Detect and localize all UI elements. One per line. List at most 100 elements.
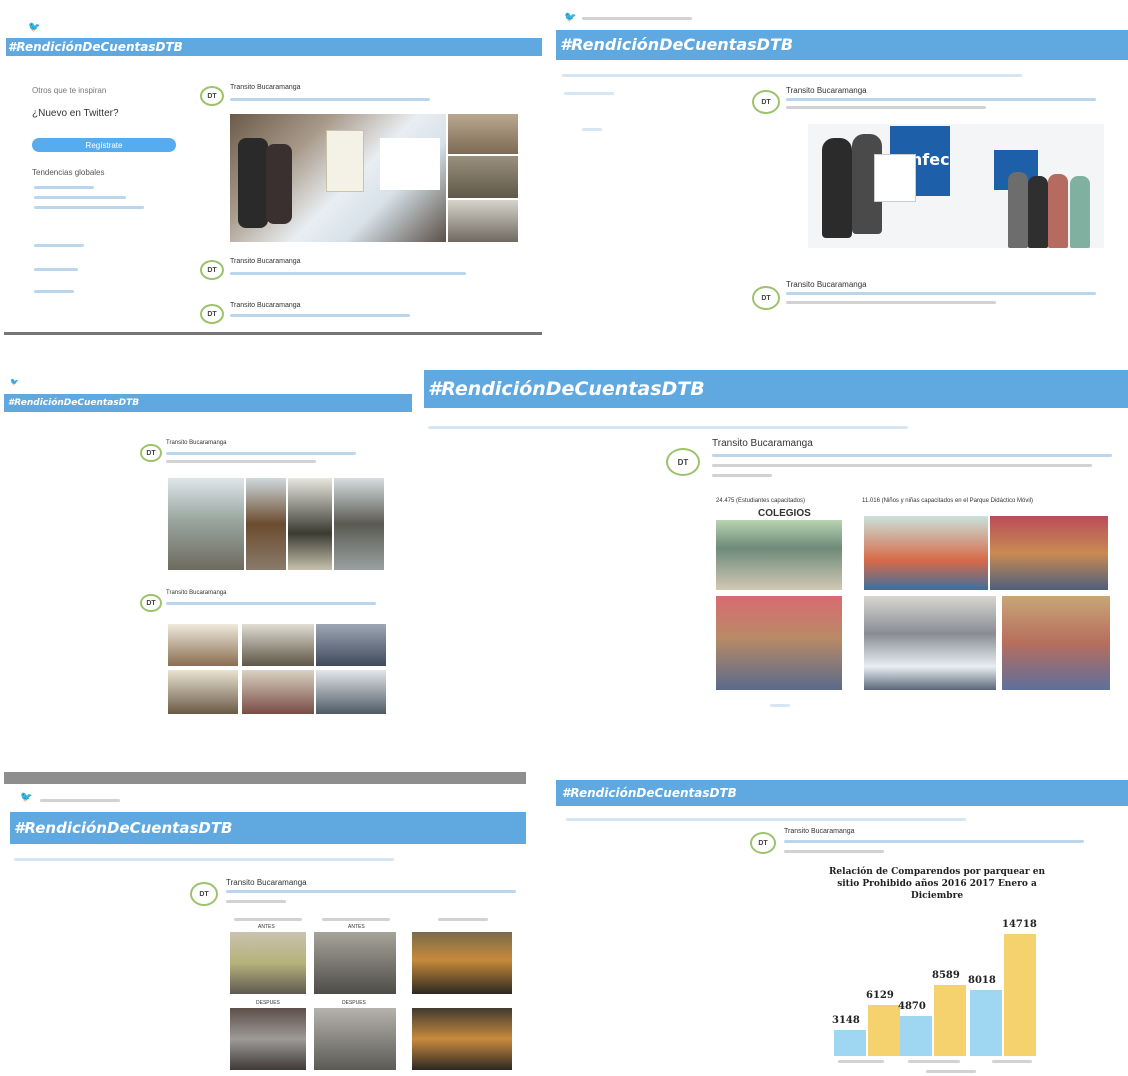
before-photo[interactable] [230, 932, 306, 994]
hashtag-banner: #RendiciónDeCuentasDTB [556, 30, 1128, 60]
author-avatar[interactable]: DT [140, 594, 162, 612]
author-avatar[interactable]: DT [666, 448, 700, 476]
tweet-author[interactable]: Transito Bucaramanga [166, 440, 226, 446]
trend-link[interactable] [34, 206, 144, 209]
tweet-author[interactable]: Transito Bucaramanga [230, 84, 301, 91]
tweet-photo[interactable] [242, 624, 314, 666]
tweet-author[interactable]: Transito Bucaramanga [230, 302, 301, 309]
tweet-author[interactable]: Transito Bucaramanga [786, 86, 867, 95]
trend-link[interactable] [34, 290, 74, 293]
tweet-photo[interactable] [1002, 596, 1110, 690]
photo-night[interactable] [412, 1008, 512, 1070]
trend-link[interactable] [34, 244, 84, 247]
divider [4, 772, 526, 784]
author-avatar[interactable]: DT [200, 86, 224, 106]
after-photo[interactable] [314, 1008, 396, 1070]
screenshot-panel-2: 🐦 #RendiciónDeCuentasDTB DT Transito Buc… [552, 4, 1128, 326]
nav-tabs[interactable] [14, 858, 394, 861]
tweet-text [712, 474, 772, 477]
screenshot-panel-5: 🐦 #RendiciónDeCuentasDTB DT Transito Buc… [4, 772, 526, 1076]
author-avatar[interactable]: DT [752, 286, 780, 310]
after-photo[interactable] [230, 1008, 306, 1070]
author-avatar[interactable]: DT [200, 260, 224, 280]
chart-legend [926, 1070, 976, 1073]
tweet-text [166, 460, 316, 463]
author-avatar[interactable]: DT [750, 832, 776, 854]
tweet-photo-thumb[interactable] [448, 114, 518, 154]
tweet-author[interactable]: Transito Bucaramanga [712, 438, 813, 449]
x-tick-label [838, 1060, 884, 1063]
chart-bar [1004, 934, 1036, 1056]
tweet-photo-confecamaras[interactable]: confec [808, 124, 1104, 248]
tweet-photo[interactable] [864, 596, 996, 690]
colegios-title: COLEGIOS [758, 508, 811, 519]
sidebar-trends: Tendencias globales [32, 168, 105, 177]
chart-bar [834, 1030, 866, 1056]
tweet-footer [770, 704, 790, 707]
before-photo[interactable] [314, 932, 396, 994]
sidebar-line [582, 128, 602, 131]
author-avatar[interactable]: DT [140, 444, 162, 462]
tweet-photo[interactable] [242, 670, 314, 714]
students-label: 24.475 (Estudiantes capacitados) [716, 498, 806, 504]
tweet-photo[interactable] [168, 624, 238, 666]
photo-night[interactable] [412, 932, 512, 994]
tweet-photo[interactable] [288, 478, 332, 570]
tweet-photo[interactable] [246, 478, 286, 570]
author-avatar[interactable]: DT [190, 882, 218, 906]
photo-caption [234, 918, 302, 921]
sidebar-who-to-follow: Otros que te inspiran [32, 86, 107, 95]
tweet-photo[interactable] [716, 520, 842, 590]
nav-tabs[interactable] [566, 818, 966, 821]
tweet-photo[interactable] [990, 516, 1108, 590]
before-label: ANTES [258, 924, 275, 930]
bar-value-label: 14718 [1002, 919, 1037, 930]
tweet-photo[interactable] [168, 478, 244, 570]
tweet-author[interactable]: Transito Bucaramanga [226, 878, 307, 887]
tweet-photo-thumb[interactable] [448, 200, 518, 242]
author-avatar[interactable]: DT [752, 90, 780, 114]
tweet-photo[interactable] [168, 670, 238, 714]
author-avatar[interactable]: DT [200, 304, 224, 324]
tweet-photo[interactable] [864, 516, 988, 590]
photo-caption [322, 918, 390, 921]
trend-link[interactable] [34, 186, 94, 189]
screenshot-panel-3: 🐦 #RendiciónDeCuentasDTB DT Transito Buc… [4, 376, 412, 726]
hashtag-banner: #RendiciónDeCuentasDTB [10, 812, 526, 844]
tweet-photo-thumb[interactable] [448, 156, 518, 198]
chart-bar [868, 1005, 900, 1056]
tweet-photo[interactable] [316, 624, 386, 666]
tweet-author[interactable]: Transito Bucaramanga [230, 258, 301, 265]
tweet-author[interactable]: Transito Bucaramanga [166, 590, 226, 596]
trend-link[interactable] [34, 196, 126, 199]
chart-bar [900, 1016, 932, 1056]
screenshot-panel-1: 🐦 #RendiciónDeCuentasDTB Otros que te in… [4, 18, 542, 336]
tweet-photo[interactable] [316, 670, 386, 714]
header-text [582, 17, 692, 20]
trend-link[interactable] [34, 268, 78, 271]
tweet-author[interactable]: Transito Bucaramanga [784, 828, 855, 835]
nav-tabs[interactable] [562, 74, 1022, 77]
tweet-text [226, 890, 516, 893]
after-label: DESPUES [256, 1000, 280, 1006]
sidebar-new-on-twitter: ¿Nuevo en Twitter? [32, 108, 119, 119]
chart-bar [970, 990, 1002, 1056]
bar-value-label: 8018 [968, 975, 996, 986]
nav-tabs[interactable] [428, 426, 908, 429]
twitter-bird-icon: 🐦 [10, 379, 19, 386]
tweet-photo[interactable] [334, 478, 384, 570]
tweet-photo-main[interactable] [230, 114, 446, 242]
tweet-text [226, 900, 286, 903]
children-label: 11.016 (Niños y niñas capacitados en el … [862, 498, 1033, 504]
hashtag-banner: #RendiciónDeCuentasDTB [4, 394, 412, 412]
tweet-photo[interactable] [716, 596, 842, 690]
tweet-author[interactable]: Transito Bucaramanga [786, 280, 867, 289]
x-tick-label [992, 1060, 1032, 1063]
header-text [40, 799, 120, 802]
signup-button[interactable]: Regístrate [32, 138, 176, 152]
tweet-text [786, 106, 986, 109]
bar-value-label: 3148 [832, 1015, 860, 1026]
bar-value-label: 4870 [898, 1001, 926, 1012]
bar-value-label: 6129 [866, 990, 894, 1001]
divider [4, 332, 542, 335]
